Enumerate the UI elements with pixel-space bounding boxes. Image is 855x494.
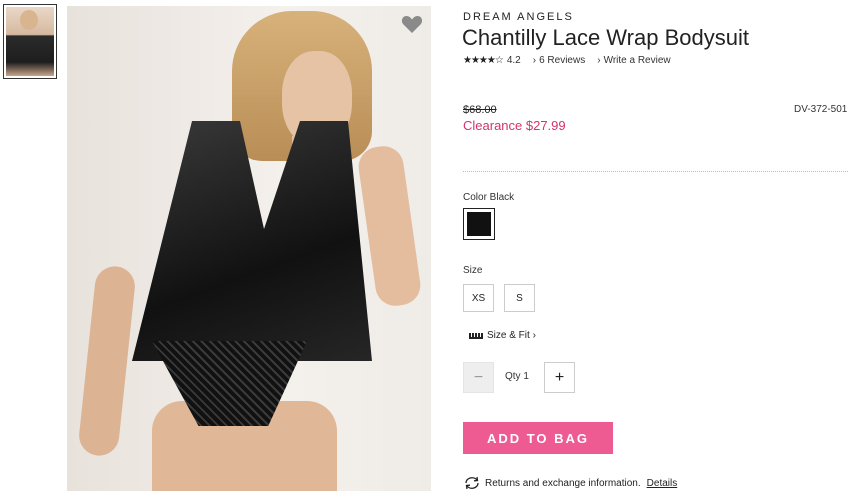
divider (463, 171, 848, 172)
returns-text: Returns and exchange information. (485, 477, 641, 489)
rating-row: ★★★★☆ 4.2 › 6 Reviews › Write a Review (463, 55, 671, 66)
reviews-link[interactable]: › 6 Reviews (533, 55, 585, 66)
main-product-image (67, 6, 431, 491)
clearance-price: Clearance $27.99 (463, 118, 566, 133)
product-title: Chantilly Lace Wrap Bodysuit (462, 25, 749, 50)
size-xs-button[interactable]: XS (463, 284, 494, 312)
chevron-right-icon: › (532, 55, 537, 66)
star-rating-icon: ★★★★☆ (463, 55, 504, 66)
rating-value: 4.2 (506, 55, 521, 66)
color-swatch-black[interactable] (463, 208, 495, 240)
write-review-link[interactable]: › Write a Review (597, 55, 670, 66)
refresh-arrows-icon (465, 476, 479, 490)
ruler-icon (469, 332, 483, 339)
size-s-button[interactable]: S (504, 284, 535, 312)
returns-info: Returns and exchange information. Detail… (463, 476, 677, 490)
size-fit-link[interactable]: Size & Fit › (469, 330, 536, 341)
quantity-decrease-button[interactable]: − (463, 362, 494, 393)
color-label: Color Black (463, 192, 515, 203)
chevron-right-icon: › (597, 55, 601, 66)
product-thumbnail[interactable] (3, 4, 57, 79)
quantity-value: Qty 1 (505, 371, 529, 382)
quantity-increase-button[interactable]: + (544, 362, 575, 393)
brand-name: DREAM ANGELS (463, 11, 574, 23)
size-label: Size (463, 265, 483, 276)
thumbnail-image (6, 7, 54, 76)
returns-details-link[interactable]: Details (647, 478, 678, 489)
product-sku: DV-372-501 (794, 104, 848, 115)
add-to-bag-button[interactable]: ADD TO BAG (463, 422, 613, 454)
favorite-heart-icon[interactable] (400, 12, 424, 36)
original-price: $68.00 (463, 104, 497, 116)
